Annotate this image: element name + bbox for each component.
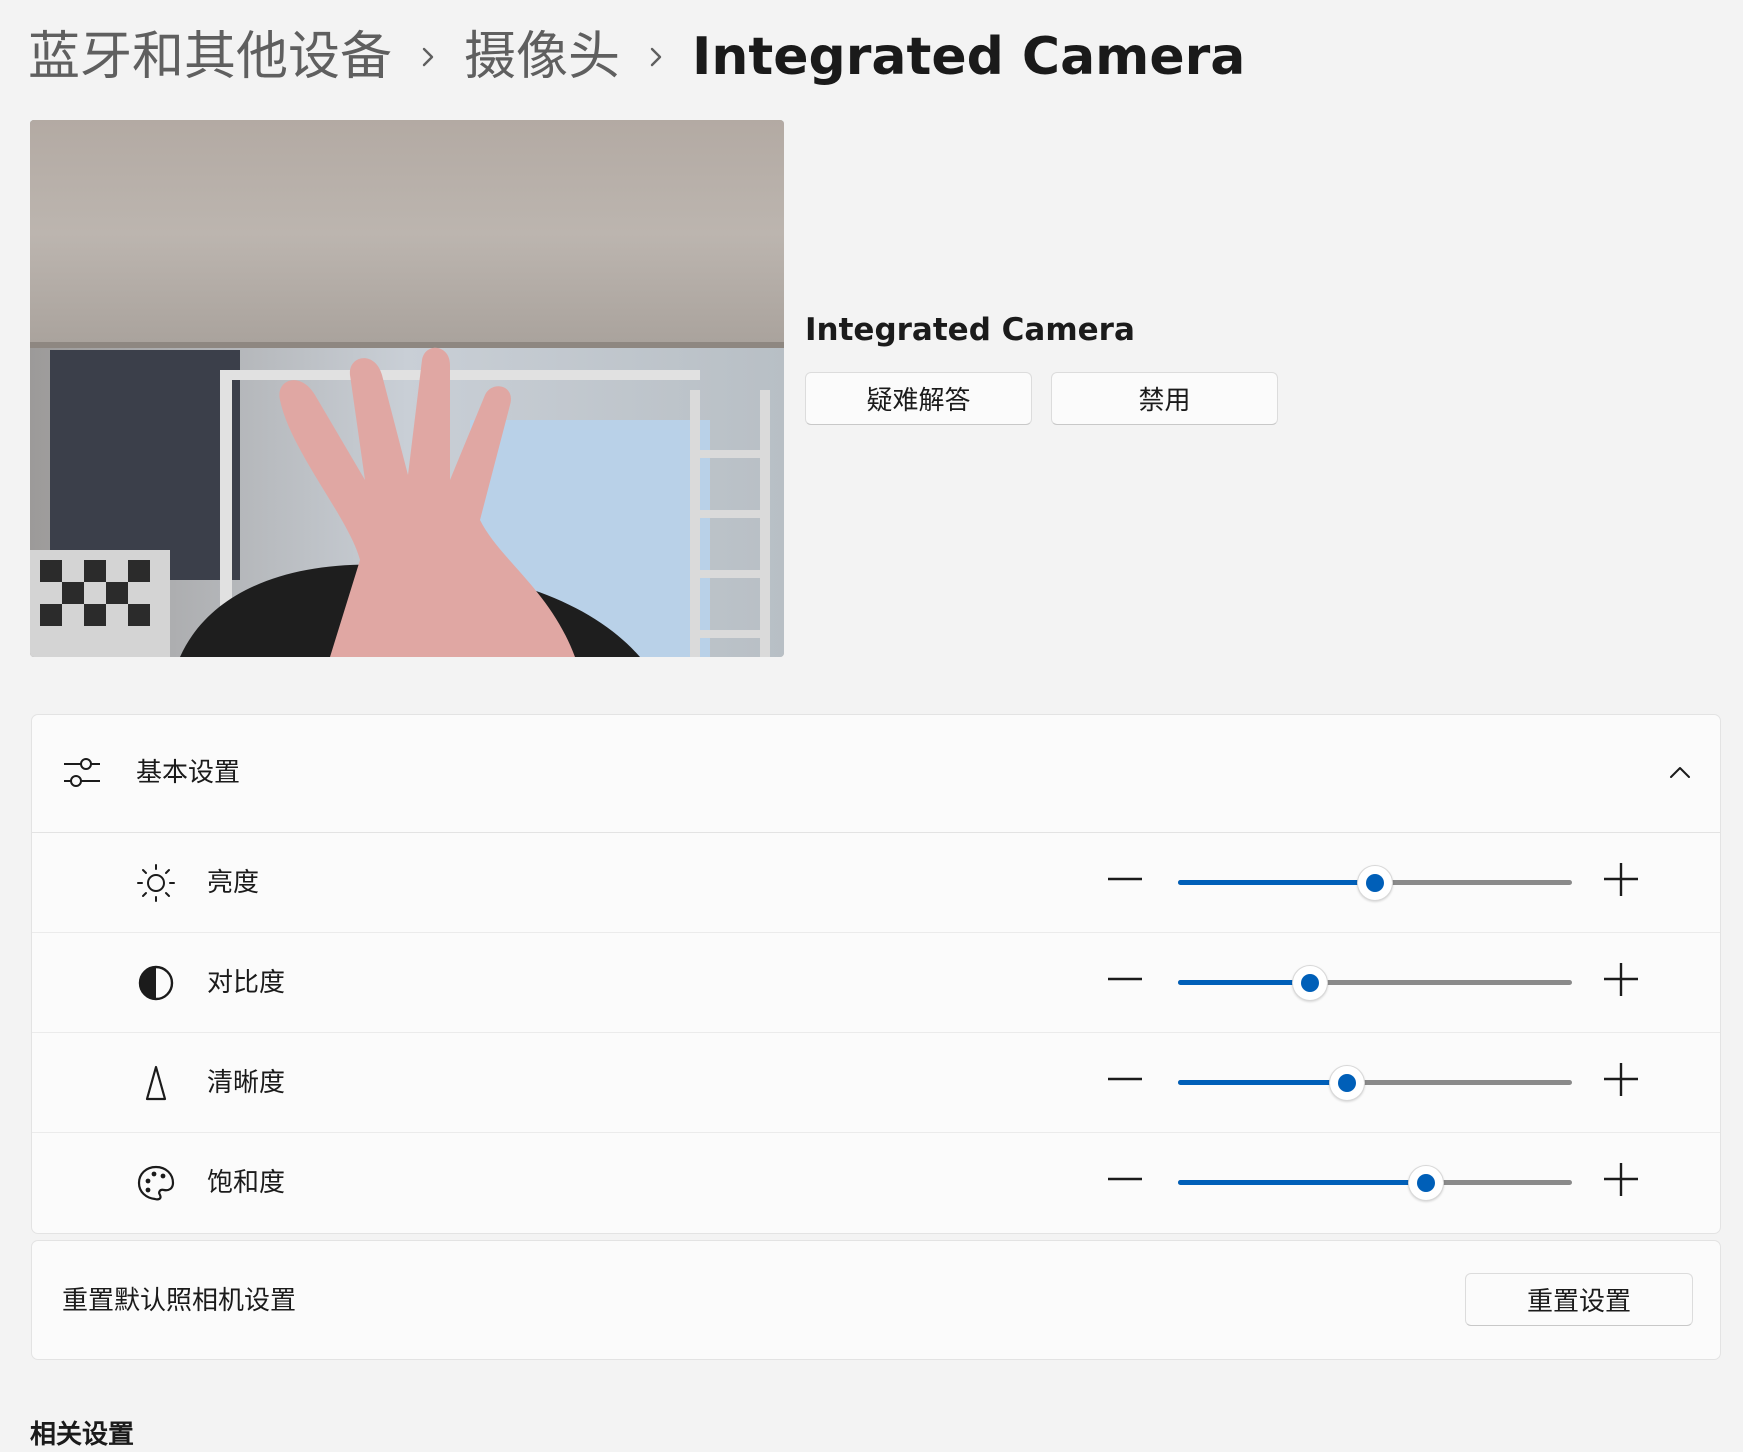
- brightness-decrease-button[interactable]: [1105, 863, 1145, 903]
- slider-fill: [1178, 1180, 1427, 1185]
- brightness-label: 亮度: [207, 868, 260, 898]
- saturation-slider[interactable]: [1178, 1163, 1572, 1203]
- brightness-row: 亮度: [32, 833, 1720, 933]
- brightness-increase-button[interactable]: [1601, 863, 1641, 903]
- related-settings-heading: 相关设置: [30, 1420, 135, 1450]
- slider-thumb[interactable]: [1408, 1165, 1445, 1201]
- palette-icon: [136, 1163, 176, 1203]
- basic-settings-header[interactable]: 基本设置: [32, 715, 1720, 833]
- sharpness-decrease-button[interactable]: [1105, 1063, 1145, 1103]
- breadcrumb-cameras[interactable]: 摄像头: [464, 22, 620, 92]
- brightness-slider[interactable]: [1178, 863, 1572, 903]
- slider-thumb[interactable]: [1329, 1065, 1366, 1101]
- contrast-row: 对比度: [32, 933, 1720, 1033]
- sharpness-increase-button[interactable]: [1601, 1063, 1641, 1103]
- sharpness-slider[interactable]: [1178, 1063, 1572, 1103]
- troubleshoot-button[interactable]: 疑难解答: [805, 372, 1032, 425]
- saturation-increase-button[interactable]: [1601, 1163, 1641, 1203]
- saturation-label: 饱和度: [207, 1168, 286, 1198]
- breadcrumb: 蓝牙和其他设备 摄像头 Integrated Camera: [28, 22, 1245, 92]
- reset-camera-settings-card: 重置默认照相机设置 重置设置: [31, 1240, 1721, 1360]
- slider-thumb[interactable]: [1291, 965, 1328, 1001]
- reset-default-label: 重置默认照相机设置: [62, 1286, 297, 1316]
- contrast-decrease-button[interactable]: [1105, 963, 1145, 1003]
- chevron-right-icon: [620, 22, 692, 92]
- basic-settings-title: 基本设置: [136, 758, 241, 788]
- sharpness-row: 清晰度: [32, 1033, 1720, 1133]
- chevron-right-icon: [392, 22, 464, 92]
- slider-fill: [1178, 980, 1310, 985]
- equalizer-icon: [62, 755, 102, 791]
- slider-fill: [1178, 1080, 1348, 1085]
- saturation-decrease-button[interactable]: [1105, 1163, 1145, 1203]
- page-title: Integrated Camera: [692, 27, 1246, 87]
- basic-settings-card: 基本设置 亮度 对比度 清晰度 饱和度: [31, 714, 1721, 1234]
- slider-fill: [1178, 880, 1375, 885]
- disable-button[interactable]: 禁用: [1051, 372, 1278, 425]
- sharpness-label: 清晰度: [207, 1068, 286, 1098]
- contrast-slider[interactable]: [1178, 963, 1572, 1003]
- sharpness-icon: [136, 1063, 176, 1103]
- chevron-up-icon[interactable]: [1666, 759, 1694, 787]
- device-name: Integrated Camera: [805, 312, 1135, 348]
- contrast-label: 对比度: [207, 968, 286, 998]
- breadcrumb-bluetooth-devices[interactable]: 蓝牙和其他设备: [28, 22, 392, 92]
- saturation-row: 饱和度: [32, 1133, 1720, 1233]
- contrast-icon: [136, 963, 176, 1003]
- reset-settings-button[interactable]: 重置设置: [1465, 1273, 1693, 1326]
- camera-preview: [30, 120, 784, 657]
- slider-thumb[interactable]: [1357, 865, 1393, 901]
- contrast-increase-button[interactable]: [1601, 963, 1641, 1003]
- sun-icon: [136, 863, 176, 903]
